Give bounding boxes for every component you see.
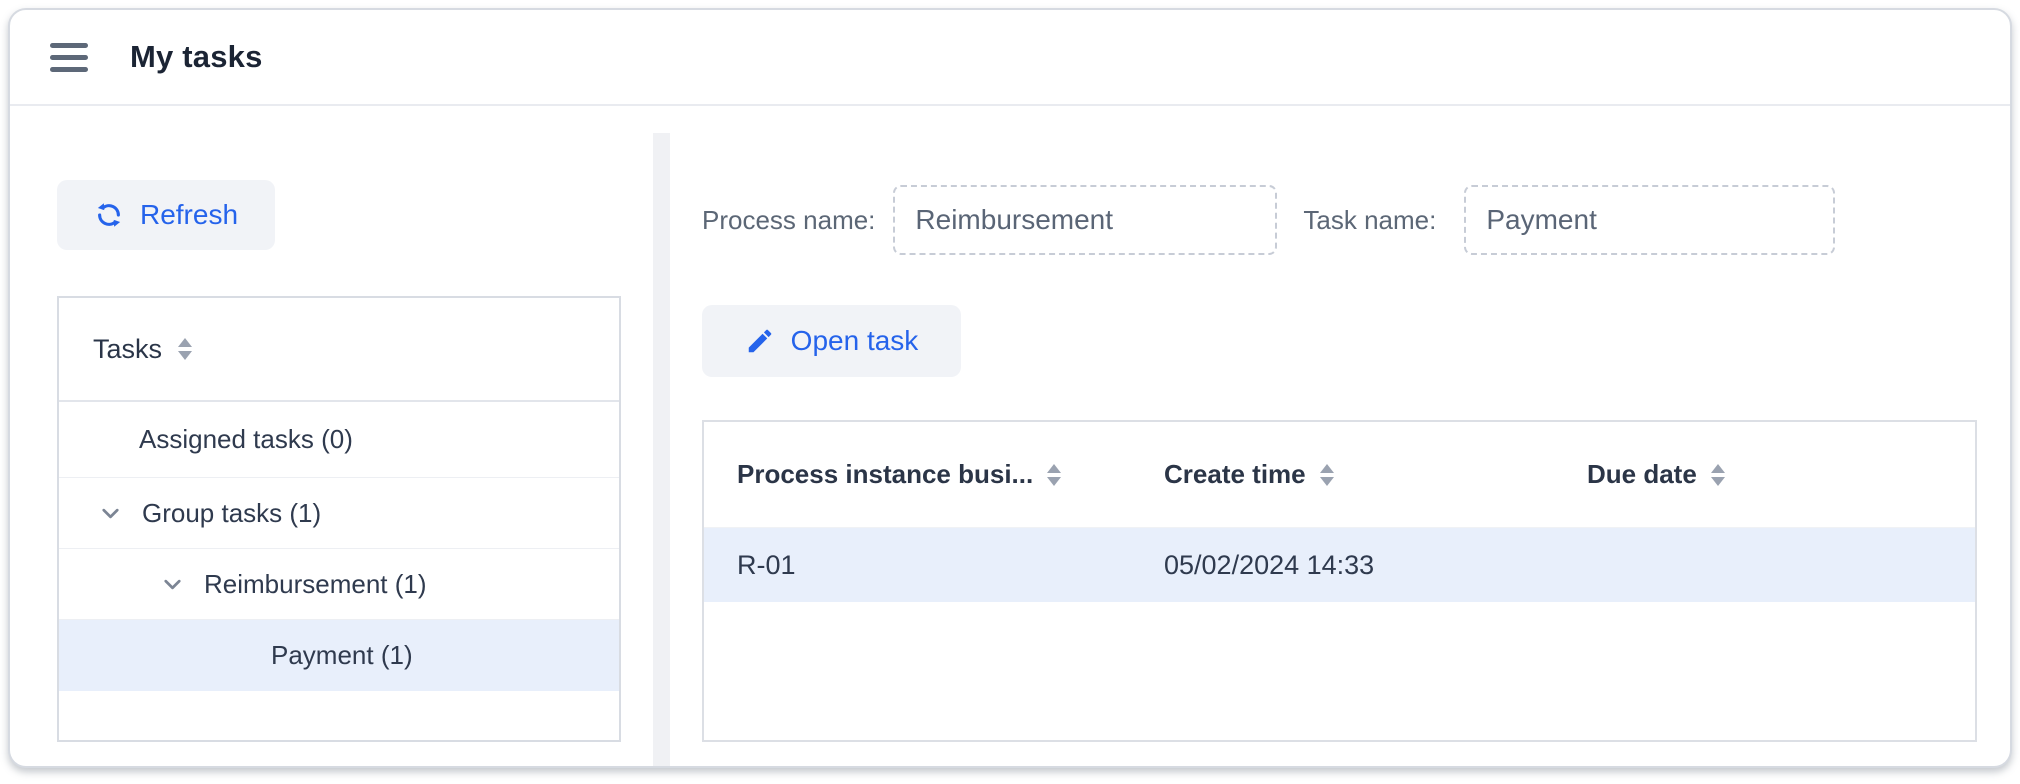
tree-header-tasks[interactable]: Tasks [59,298,619,402]
pencil-icon [745,326,775,356]
tree-row-label: Payment (1) [271,640,413,671]
process-name-label: Process name: [702,205,875,236]
process-name-input[interactable]: Reimbursement [893,185,1277,255]
task-name-input[interactable]: Payment [1464,185,1835,255]
refresh-icon [94,200,124,230]
task-name-value: Payment [1486,204,1597,236]
content-area: Refresh Tasks Assigned tasks (0) Group t… [10,106,2010,766]
column-header-due-date[interactable]: Due date [1587,459,1975,490]
tasks-table: Process instance busi... Create time Due… [702,420,1977,742]
table-header-row: Process instance busi... Create time Due… [704,422,1975,528]
tree-row-label: Group tasks (1) [142,498,321,529]
left-panel: Refresh Tasks Assigned tasks (0) Group t… [10,106,653,766]
sort-icon [178,338,192,360]
column-header-label: Create time [1164,459,1306,490]
chevron-down-icon[interactable] [97,500,124,527]
tree-row-label: Assigned tasks (0) [139,424,353,455]
column-header-business-key[interactable]: Process instance busi... [704,459,1164,490]
tree-header-label: Tasks [93,334,162,365]
tree-row-reimbursement[interactable]: Reimbursement (1) [59,549,619,620]
cell-business-key: R-01 [704,550,1164,581]
page-title: My tasks [130,39,263,75]
refresh-button[interactable]: Refresh [57,180,275,250]
panel-divider [653,133,670,766]
chevron-down-icon[interactable] [159,571,186,598]
tree-row-assigned-tasks[interactable]: Assigned tasks (0) [59,402,619,478]
sort-icon [1047,464,1061,486]
task-name-label: Task name: [1303,205,1436,236]
filter-bar: Process name: Reimbursement Task name: P… [702,185,2010,255]
column-header-create-time[interactable]: Create time [1164,459,1587,490]
tree-row-label: Reimbursement (1) [204,569,427,600]
sort-icon [1711,464,1725,486]
column-header-label: Process instance busi... [737,459,1033,490]
table-row-selected[interactable]: R-01 05/02/2024 14:33 [704,528,1975,602]
tree-row-payment-selected[interactable]: Payment (1) [59,620,619,691]
right-panel: Process name: Reimbursement Task name: P… [670,106,2010,766]
process-name-value: Reimbursement [915,204,1113,236]
app-window: My tasks Refresh Tasks [8,8,2012,768]
menu-icon[interactable] [50,43,88,72]
sort-icon [1320,464,1334,486]
header-bar: My tasks [10,10,2010,106]
column-header-label: Due date [1587,459,1697,490]
open-task-button[interactable]: Open task [702,305,961,377]
tasks-tree: Tasks Assigned tasks (0) Group tasks (1) [57,296,621,742]
open-task-button-label: Open task [791,325,919,357]
refresh-button-label: Refresh [140,199,238,231]
cell-create-time: 05/02/2024 14:33 [1164,550,1587,581]
tree-row-group-tasks[interactable]: Group tasks (1) [59,478,619,549]
